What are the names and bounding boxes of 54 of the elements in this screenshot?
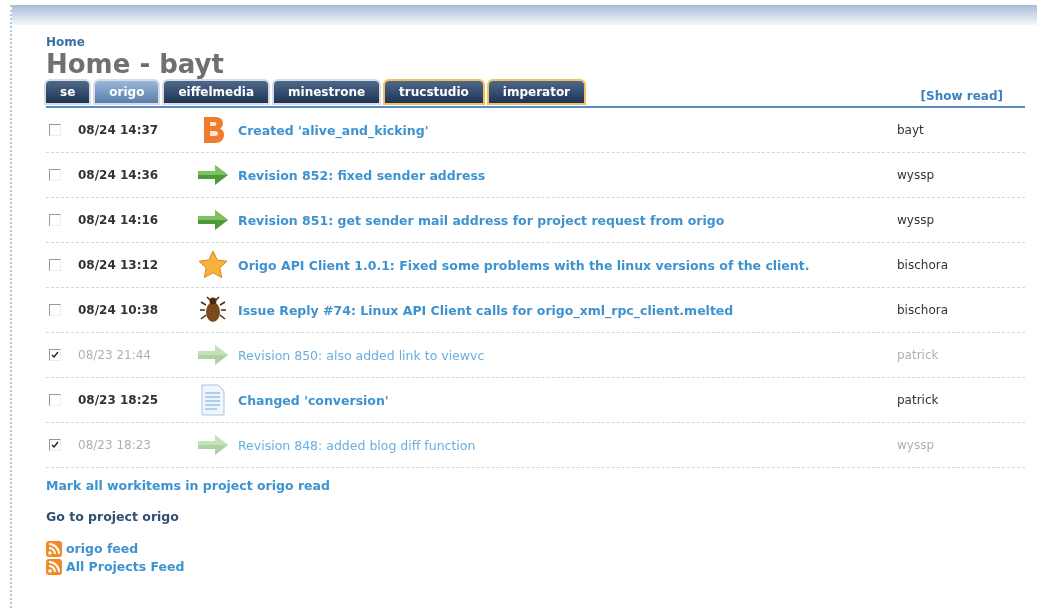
project-tab[interactable]: eiffelmedia	[164, 81, 269, 103]
timestamp: 08/23 18:23	[78, 438, 152, 452]
user-name: patrick	[897, 348, 940, 362]
arrow-icon	[196, 163, 230, 187]
workitem-link[interactable]: Created 'alive_and_kicking'	[238, 122, 429, 138]
feed-link[interactable]: origo feed	[66, 540, 139, 558]
timestamp: 08/24 10:38	[78, 303, 160, 317]
checkbox[interactable]	[49, 349, 61, 361]
rss-icon	[46, 559, 62, 575]
user-name: bayt	[897, 123, 925, 137]
workitem-link[interactable]: Issue Reply #74: Linux API Client calls for origo_xml_rpc_client.melted	[238, 302, 734, 318]
user-name: wyssp	[897, 168, 936, 182]
checkbox[interactable]	[49, 124, 61, 136]
checkbox[interactable]	[49, 214, 61, 226]
workitem-link[interactable]: Revision 851: get sender mail address for project request from origo	[238, 212, 725, 228]
project-link[interactable]: Go to project origo	[46, 509, 1025, 524]
project-tab[interactable]: trucstudio	[385, 81, 483, 103]
timestamp: 08/23 21:44	[78, 348, 152, 362]
checkbox[interactable]	[49, 304, 61, 316]
bug-icon	[198, 295, 228, 325]
timestamp: 08/24 13:12	[78, 258, 160, 272]
page-title: Home - bayt	[46, 49, 225, 79]
show-read-link[interactable]: [Show read]	[920, 89, 1003, 103]
star-icon	[198, 250, 228, 280]
user-name: patrick	[897, 393, 940, 407]
project-tab[interactable]: imperator	[488, 81, 585, 103]
workitem-link[interactable]: Changed 'conversion'	[238, 392, 389, 408]
breadcrumb-link[interactable]: Home	[46, 35, 1025, 49]
timestamp: 08/24 14:37	[78, 123, 160, 137]
project-tab[interactable]: minestrone	[274, 81, 380, 103]
document-icon	[201, 384, 225, 416]
user-name: wyssp	[897, 213, 936, 227]
arrow-icon	[196, 343, 230, 367]
user-name: wyssp	[897, 438, 936, 452]
user-name: bischora	[897, 303, 950, 317]
arrow-icon	[196, 208, 230, 232]
feed-link[interactable]: All Projects Feed	[66, 558, 185, 576]
workitem-link[interactable]: Revision 850: also added link to viewvc	[238, 347, 485, 363]
timestamp: 08/23 18:25	[78, 393, 160, 407]
user-name: bischora	[897, 258, 950, 272]
checkbox[interactable]	[49, 169, 61, 181]
checkbox[interactable]	[49, 439, 61, 451]
arrow-icon	[196, 433, 230, 457]
project-tab[interactable]: se	[46, 81, 90, 103]
checkbox[interactable]	[49, 259, 61, 271]
timestamp: 08/24 14:16	[78, 213, 160, 227]
workitem-link[interactable]: Revision 848: added blog diff function	[238, 437, 476, 453]
mark-all-read-link[interactable]: Mark all workitems in project origo read	[46, 478, 1025, 493]
checkbox[interactable]	[49, 394, 61, 406]
project-tab[interactable]: origo	[95, 81, 159, 103]
timestamp: 08/24 14:36	[78, 168, 160, 182]
workitem-link[interactable]: Revision 852: fixed sender address	[238, 167, 486, 183]
workitem-link[interactable]: Origo API Client 1.0.1: Fixed some problems with the linux versions of the client.	[238, 257, 810, 273]
rss-icon	[46, 541, 62, 557]
